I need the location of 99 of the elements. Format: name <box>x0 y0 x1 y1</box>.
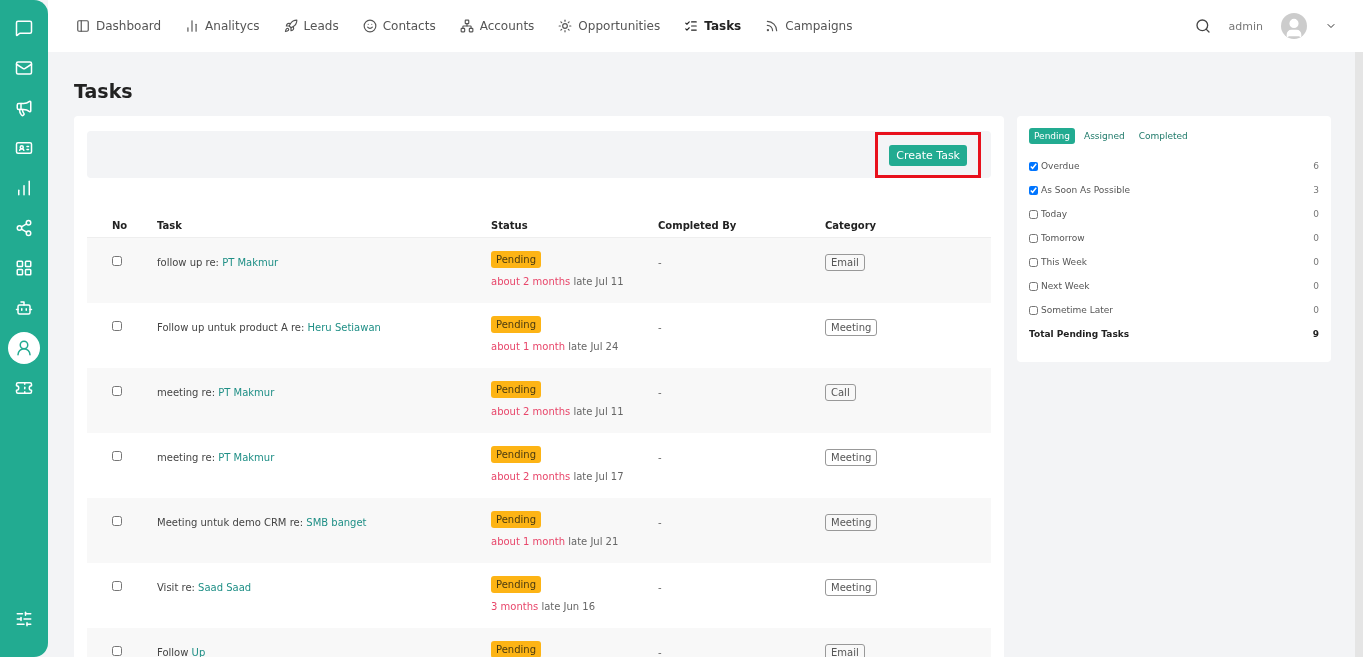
nav-link[interactable]: Accounts <box>459 19 535 33</box>
column-header: Task <box>157 220 183 231</box>
filter-checkbox[interactable] <box>1029 209 1038 219</box>
completed-by: - <box>658 322 662 333</box>
category-tag: Meeting <box>825 579 878 596</box>
status-badge: Pending <box>491 446 541 463</box>
task-text: follow up re: PT Makmur <box>157 257 279 268</box>
filter-checkbox[interactable] <box>1029 305 1038 315</box>
filter-label: This Week <box>1041 257 1087 267</box>
user-name: admin <box>1228 19 1263 33</box>
due-text: about 2 months late Jul 17 <box>491 471 624 482</box>
status-badge: Pending <box>491 316 541 333</box>
task-text: meeting re: PT Makmur <box>157 387 275 398</box>
row-checkbox[interactable] <box>112 321 122 331</box>
nav-link[interactable]: Analitycs <box>185 19 260 33</box>
scrollbar[interactable] <box>1355 52 1363 657</box>
due-text: about 1 month late Jul 24 <box>491 341 619 352</box>
sun-icon <box>558 19 573 33</box>
filter-checkbox[interactable] <box>1029 257 1038 267</box>
total-count: 9 <box>1312 329 1319 339</box>
filter-count: 0 <box>1313 281 1319 291</box>
rss-icon <box>765 19 780 33</box>
page-title: Tasks <box>74 80 134 102</box>
nav-link[interactable]: Tasks <box>684 19 742 33</box>
task-text: Visit re: Saad Saad <box>157 582 252 593</box>
row-checkbox[interactable] <box>112 646 122 656</box>
related-link[interactable]: PT Makmur <box>218 452 275 463</box>
category-tag: Call <box>825 384 856 401</box>
filter-label: Next Week <box>1041 281 1090 291</box>
filter-label: Sometime Later <box>1041 305 1113 315</box>
summary-tab[interactable]: Assigned <box>1079 128 1130 144</box>
panel-icon <box>76 19 90 33</box>
row-checkbox[interactable] <box>112 516 122 526</box>
due-text: about 2 months late Jul 11 <box>491 276 624 287</box>
related-link[interactable]: PT Makmur <box>222 257 279 268</box>
checklist-icon <box>684 19 699 33</box>
category-tag: Email <box>825 644 865 657</box>
filter-count: 0 <box>1313 233 1319 243</box>
status-badge: Pending <box>491 576 541 593</box>
network-icon <box>459 19 474 33</box>
filter-count: 0 <box>1313 305 1319 315</box>
user-icon[interactable] <box>8 332 40 364</box>
completed-by: - <box>658 387 662 398</box>
bar-chart-icon <box>185 19 200 33</box>
filter-checkbox[interactable] <box>1029 185 1038 195</box>
nav-link[interactable]: Leads <box>283 19 339 33</box>
category-tag: Meeting <box>825 319 878 336</box>
due-text: about 1 month late Jul 21 <box>491 536 619 547</box>
status-badge: Pending <box>491 641 541 657</box>
task-text: Follow up untuk product A re: Heru Setiawan <box>157 322 381 333</box>
status-badge: Pending <box>491 511 541 528</box>
completed-by: - <box>658 582 662 593</box>
related-link[interactable]: Heru Setiawan <box>307 322 381 333</box>
due-text: 3 months late Jun 16 <box>491 601 596 612</box>
completed-by: - <box>658 647 662 657</box>
related-link[interactable]: SMB banget <box>306 517 367 528</box>
row-checkbox[interactable] <box>112 256 122 266</box>
nav-link[interactable]: Dashboard <box>76 19 162 33</box>
column-header: No <box>111 220 129 231</box>
summary-tab[interactable]: Completed <box>1133 128 1193 144</box>
filter-checkbox[interactable] <box>1029 161 1038 171</box>
status-badge: Pending <box>491 251 541 268</box>
search-icon[interactable] <box>1194 18 1211 34</box>
filter-label: As Soon As Possible <box>1041 185 1130 195</box>
row-checkbox[interactable] <box>112 451 122 461</box>
column-header: Category <box>825 220 878 231</box>
task-text: meeting re: PT Makmur <box>157 452 275 463</box>
smiley-icon <box>362 19 377 33</box>
nav-link[interactable]: Opportunities <box>558 19 661 33</box>
due-text: about 2 months late Jul 11 <box>491 406 624 417</box>
filter-count: 0 <box>1313 257 1319 267</box>
row-checkbox[interactable] <box>112 386 122 396</box>
filter-label: Today <box>1041 209 1068 219</box>
create-task-button[interactable]: Create Task <box>889 144 967 166</box>
filter-count: 6 <box>1313 161 1319 171</box>
filter-count: 3 <box>1313 185 1319 195</box>
column-header: Status <box>491 220 529 231</box>
related-link[interactable]: Saad Saad <box>198 582 252 593</box>
column-header: Completed By <box>658 220 738 231</box>
category-tag: Email <box>825 254 865 271</box>
summary-tab[interactable]: Pending <box>1029 128 1075 144</box>
completed-by: - <box>658 257 662 268</box>
task-text: Meeting untuk demo CRM re: SMB banget <box>157 517 367 528</box>
related-link[interactable]: PT Makmur <box>218 387 275 398</box>
total-label: Total Pending Tasks <box>1029 329 1130 339</box>
nav-link[interactable]: Campaigns <box>765 19 853 33</box>
filter-checkbox[interactable] <box>1029 233 1038 243</box>
completed-by: - <box>658 452 662 463</box>
filter-label: Tomorrow <box>1041 233 1085 243</box>
rocket-icon <box>283 19 298 33</box>
row-checkbox[interactable] <box>112 581 122 591</box>
category-tag: Meeting <box>825 449 878 466</box>
filter-count: 0 <box>1313 209 1319 219</box>
category-tag: Meeting <box>825 514 878 531</box>
completed-by: - <box>658 517 662 528</box>
filter-label: Overdue <box>1041 161 1080 171</box>
status-badge: Pending <box>491 381 541 398</box>
nav-link[interactable]: Contacts <box>362 19 436 33</box>
filter-checkbox[interactable] <box>1029 281 1038 291</box>
